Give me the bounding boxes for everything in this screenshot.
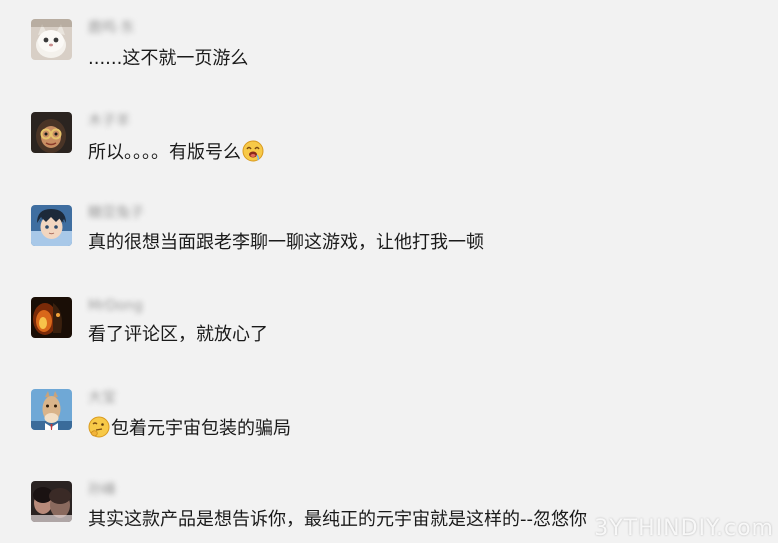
comment-item: 鹿鸣·东 ......这不就一页游么 (0, 0, 778, 80)
comment-text: 包着元宇宙包装的骗局 (88, 416, 291, 441)
comment-text-content: 看了评论区，就放心了 (88, 324, 268, 345)
comment-item: MrDong 看了评论区，就放心了 (0, 277, 778, 357)
cat-avatar[interactable] (31, 19, 72, 60)
girl-with-mask-avatar[interactable] (31, 112, 72, 153)
horse-avatar[interactable] (31, 389, 72, 430)
comment-username[interactable]: 孙峰 (88, 482, 116, 498)
dark-photo-avatar[interactable] (31, 481, 72, 522)
comment-text-content: 所以。。。。有版号么 (88, 142, 241, 163)
drooling-emoji-icon (242, 140, 264, 162)
comment-username[interactable]: 鹿鸣·东 (88, 20, 134, 36)
comment-text-content: 其实这款产品是想告诉你，最纯正的元宇宙就是这样的--忽悠你 (88, 509, 587, 530)
comment-list: 鹿鸣·东 ......这不就一页游么 木子羊 所以。。。。有版号么 糖豆兔子 真… (0, 0, 778, 543)
comment-text-content: 真的很想当面跟老李聊一聊这游戏，让他打我一顿 (88, 232, 484, 253)
comment-username[interactable]: 木子羊 (88, 113, 130, 129)
comment-item: 木子羊 所以。。。。有版号么 (0, 93, 778, 173)
thinking-emoji-icon (88, 416, 110, 438)
comment-username[interactable]: 糖豆兔子 (88, 205, 144, 221)
comment-username[interactable]: 大宝ㅤ (88, 390, 129, 406)
comment-username[interactable]: MrDong (88, 298, 143, 314)
comment-text: 真的很想当面跟老李聊一聊这游戏，让他打我一顿 (88, 231, 484, 255)
watermark: 3YTHINDIY.com (594, 516, 774, 541)
comment-text-content: ......这不就一页游么 (88, 48, 249, 69)
anime-boy-avatar[interactable] (31, 205, 72, 246)
comment-item: 大宝ㅤ 包着元宇宙包装的骗局 (0, 369, 778, 449)
comment-text: 其实这款产品是想告诉你，最纯正的元宇宙就是这样的--忽悠你 (88, 508, 587, 532)
comment-text: ......这不就一页游么 (88, 47, 248, 71)
comment-item: 糖豆兔子 真的很想当面跟老李聊一聊这游戏，让他打我一顿 (0, 185, 778, 265)
comment-text: 看了评论区，就放心了 (88, 323, 268, 347)
fire-creature-avatar[interactable] (31, 297, 72, 338)
comment-text: 所以。。。。有版号么 (88, 140, 265, 165)
comment-text-content: 包着元宇宙包装的骗局 (111, 418, 291, 439)
